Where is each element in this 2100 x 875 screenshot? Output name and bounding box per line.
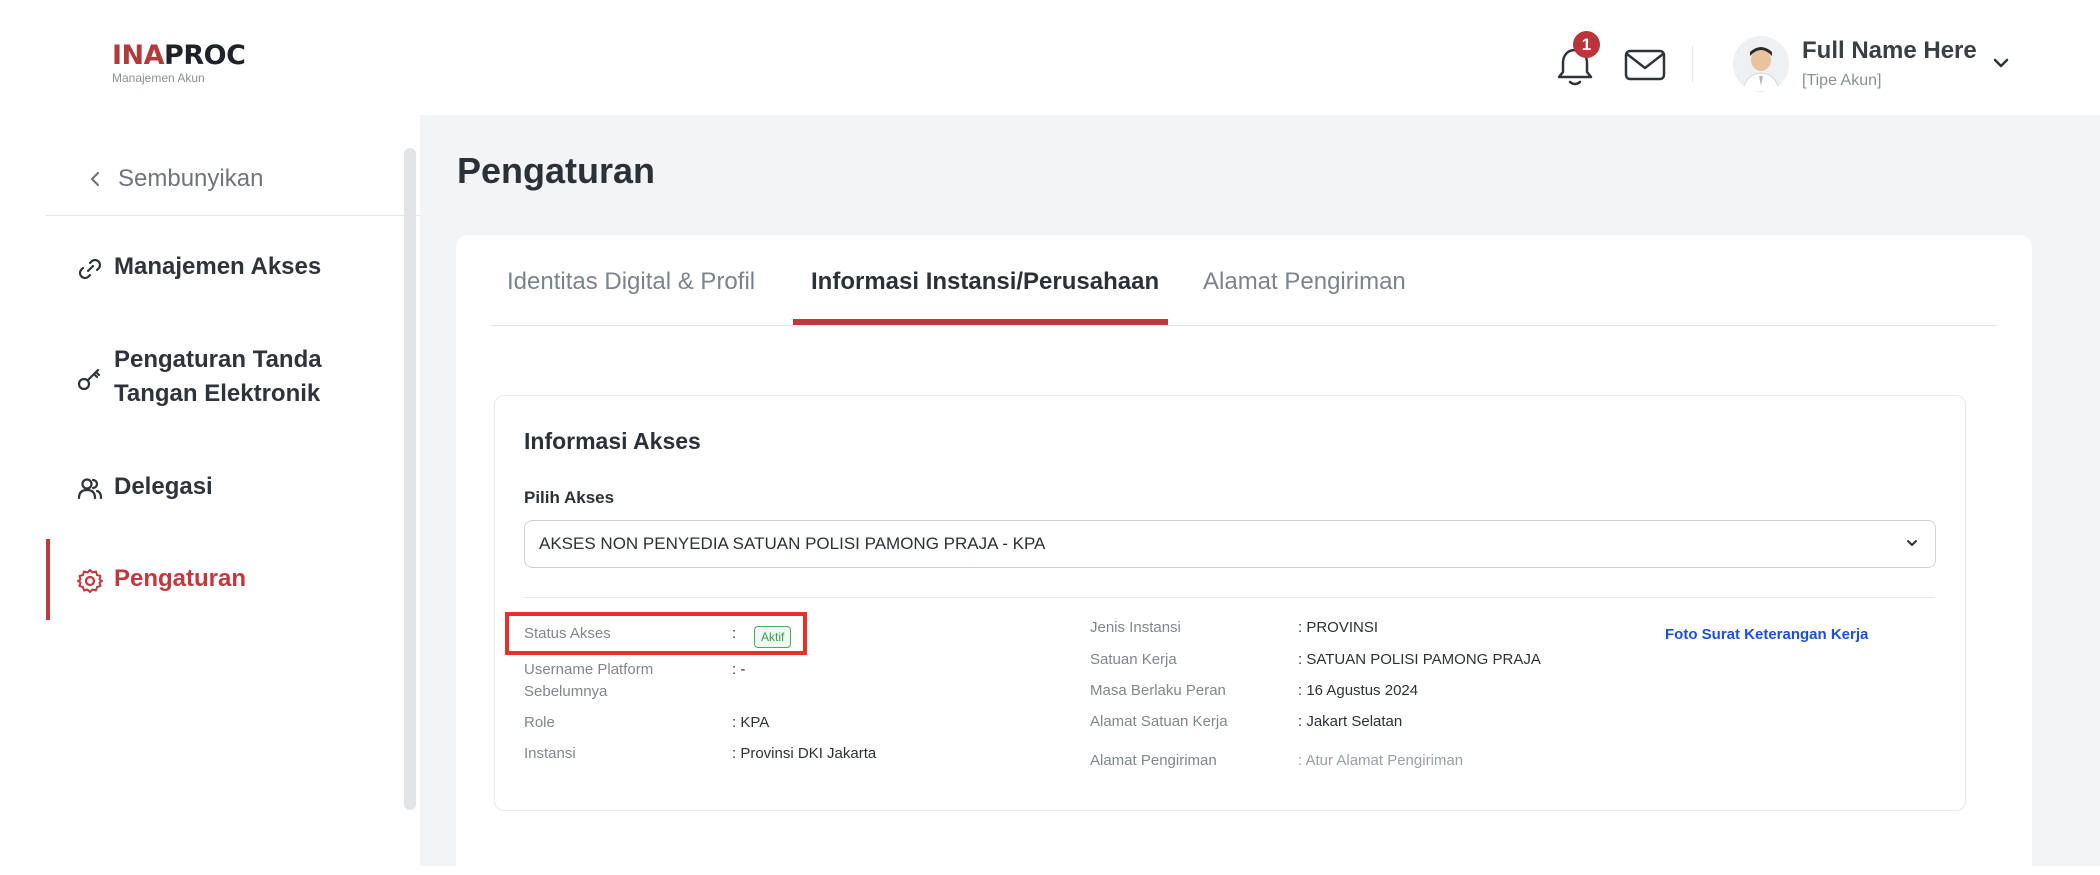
- pilih-akses-value: AKSES NON PENYEDIA SATUAN POLISI PAMONG …: [539, 534, 1046, 553]
- page-title: Pengaturan: [457, 150, 656, 191]
- avatar[interactable]: [1733, 36, 1789, 92]
- sidebar-item-pengaturan[interactable]: Pengaturan: [76, 562, 246, 596]
- status-highlight-box: [505, 612, 807, 655]
- logo-ina-text: INA: [112, 40, 165, 71]
- instansi-label: Instansi: [524, 745, 576, 762]
- tab-identitas-digital[interactable]: Identitas Digital & Profil: [507, 268, 755, 296]
- username-label: Username Platform: [524, 661, 654, 678]
- pilih-akses-select[interactable]: AKSES NON PENYEDIA SATUAN POLISI PAMONG …: [524, 520, 1936, 568]
- key-icon: [77, 368, 101, 391]
- section-title: Informasi Akses: [524, 428, 701, 454]
- link-icon: [78, 258, 102, 280]
- atur-alamat-link[interactable]: : Atur Alamat Pengiriman: [1298, 750, 1463, 771]
- sidebar-active-indicator: [46, 539, 50, 620]
- chevron-left-icon: [90, 171, 100, 187]
- header-separator: [1692, 46, 1693, 82]
- tab-bar: Identitas Digital & Profil Informasi Ins…: [491, 255, 1997, 326]
- jenis-instansi-value: : PROVINSI: [1298, 619, 1379, 636]
- sidebar-item-label: Pengaturan Tanda Tangan Elektronik: [114, 346, 322, 407]
- info-divider: [524, 597, 1935, 598]
- role-label: Role: [524, 714, 555, 731]
- sidebar-hide-toggle[interactable]: Sembunyikan: [86, 165, 263, 193]
- sidebar-hide-label: Sembunyikan: [118, 165, 264, 192]
- alamat-satuan-label: Alamat Satuan Kerja: [1090, 713, 1228, 730]
- sidebar-item-label: Manajemen Akses: [114, 253, 322, 280]
- sidebar-divider: [46, 215, 420, 216]
- sidebar-scrollbar[interactable]: [404, 148, 416, 810]
- logo-subtitle: Manajemen Akun: [112, 71, 205, 85]
- tab-alamat-pengiriman[interactable]: Alamat Pengiriman: [1203, 268, 1406, 296]
- foto-surat-link[interactable]: Foto Surat Keterangan Kerja: [1665, 626, 1868, 643]
- chevron-down-icon: [1907, 540, 1917, 546]
- user-avatar-icon: [1733, 36, 1789, 92]
- role-value: : KPA: [732, 714, 770, 731]
- username-label-line2: Sebelumnya: [524, 683, 608, 700]
- username-value: : -: [732, 661, 746, 678]
- chevron-down-icon[interactable]: [1990, 52, 2012, 74]
- satuan-kerja-value: : SATUAN POLISI PAMONG PRAJA: [1298, 651, 1541, 668]
- active-tab-underline: [793, 319, 1168, 325]
- jenis-instansi-label: Jenis Instansi: [1090, 619, 1181, 636]
- sidebar-item-tanda-tangan[interactable]: Pengaturan Tanda Tangan Elektronik: [76, 343, 376, 411]
- user-name[interactable]: Full Name Here: [1802, 37, 1977, 65]
- tab-informasi-instansi[interactable]: Informasi Instansi/Perusahaan: [811, 268, 1159, 296]
- user-type: [Tipe Akun]: [1802, 72, 1882, 89]
- sidebar-item-label: Delegasi: [114, 473, 213, 500]
- top-header: INAPROC Manajemen Akun 1 Full Name Here …: [0, 0, 2100, 115]
- alamat-pengiriman-label: Alamat Pengiriman: [1090, 752, 1217, 769]
- satuan-kerja-label: Satuan Kerja: [1090, 651, 1177, 668]
- users-icon: [77, 478, 103, 500]
- inaproc-logo[interactable]: INAPROC Manajemen Akun: [112, 40, 246, 85]
- pilih-akses-label: Pilih Akses: [524, 488, 615, 507]
- masa-berlaku-value: : 16 Agustus 2024: [1298, 682, 1419, 699]
- logo-proc-text: PROC: [164, 40, 246, 71]
- sidebar-item-manajemen-akses[interactable]: Manajemen Akses: [76, 250, 321, 284]
- mail-icon[interactable]: [1623, 47, 1667, 83]
- informasi-akses-panel: [494, 395, 1966, 811]
- alamat-satuan-value: : Jakart Selatan: [1298, 713, 1403, 730]
- instansi-value: : Provinsi DKI Jakarta: [732, 745, 877, 762]
- sidebar: Sembunyikan Manajemen Akses Pengaturan T…: [46, 115, 420, 866]
- gear-icon: [77, 569, 103, 593]
- notification-badge: 1: [1573, 31, 1600, 58]
- sidebar-item-label: Pengaturan: [114, 565, 247, 592]
- sidebar-item-delegasi[interactable]: Delegasi: [76, 470, 213, 504]
- masa-berlaku-label: Masa Berlaku Peran: [1090, 682, 1226, 699]
